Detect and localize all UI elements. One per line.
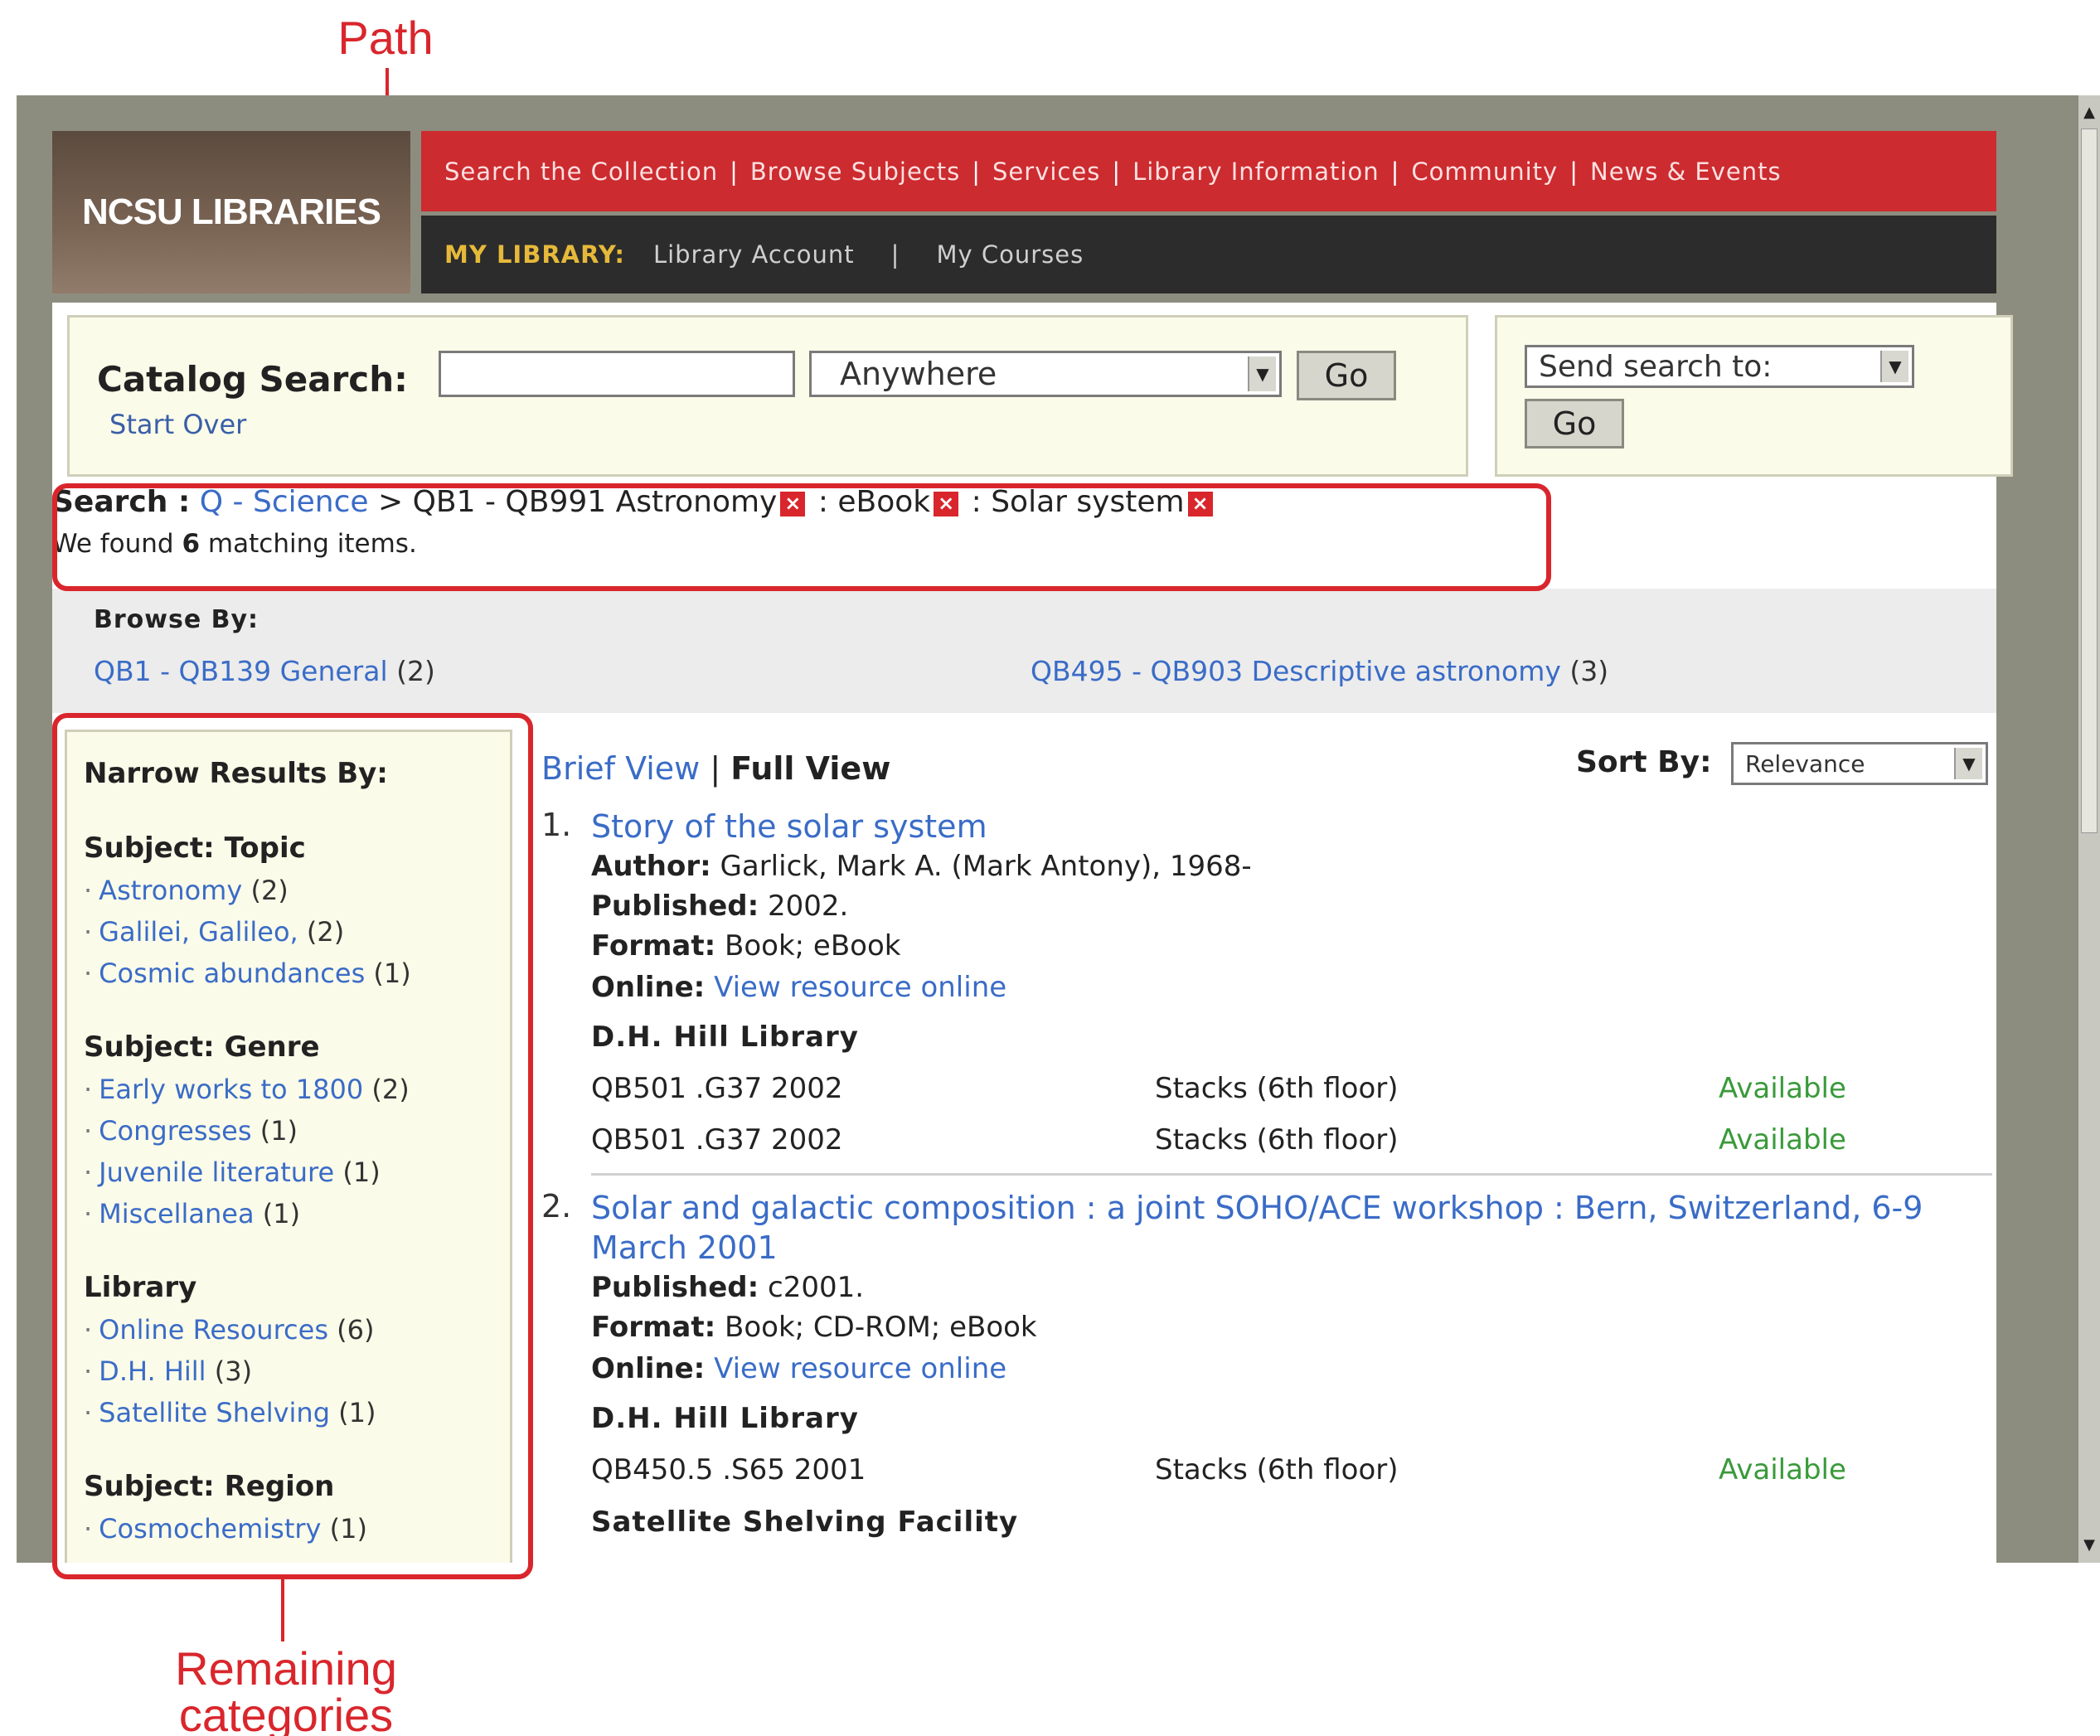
path-annotation-label: Path (337, 12, 434, 64)
result-title-link[interactable]: Story of the solar system (591, 807, 1992, 846)
categories-annotation-line (281, 1579, 284, 1641)
brief-view-link[interactable]: Brief View (541, 750, 700, 787)
results-list: Brief View | Full View Sort By: Relevanc… (541, 734, 1996, 1563)
send-search-panel: Send search to: ▼ Go (1495, 315, 2013, 477)
view-resource-online-link[interactable]: View resource online (714, 971, 1006, 1004)
status-badge: Available (1719, 1453, 1846, 1486)
nav-community[interactable]: Community (1411, 158, 1558, 186)
chevron-down-icon: ▼ (1248, 356, 1276, 391)
nav-search-collection[interactable]: Search the Collection (444, 158, 718, 186)
result-published: Published: c2001. (591, 1271, 865, 1304)
ncsu-libraries-logo[interactable]: NCSU LIBRARIES (52, 131, 410, 293)
chevron-down-icon: ▼ (1954, 748, 1982, 779)
result-online: Online: View resource online (591, 971, 1007, 1004)
sort-by-label: Sort By: (1576, 745, 1712, 779)
library-heading: D.H. Hill Library (591, 1402, 859, 1435)
path-highlight-box (52, 483, 1551, 591)
sort-select[interactable]: Relevance ▼ (1731, 742, 1988, 785)
send-search-value: Send search to: (1539, 349, 1773, 384)
result-format: Format: Book; CD-ROM; eBook (591, 1311, 1037, 1344)
catalog-go-button[interactable]: Go (1297, 351, 1396, 400)
search-scope-value: Anywhere (840, 356, 997, 392)
search-scope-select[interactable]: Anywhere ▼ (809, 351, 1282, 397)
catalog-search-label: Catalog Search: (97, 359, 408, 400)
result-title-link[interactable]: Solar and galactic composition : a joint… (591, 1188, 1992, 1268)
browse-by-title: Browse By: (94, 605, 259, 634)
scroll-thumb[interactable] (2081, 129, 2098, 833)
result-record: 1. Story of the solar system Author: Gar… (541, 807, 1996, 1157)
scroll-down-icon[interactable]: ▼ (2081, 1535, 2098, 1556)
catalog-search-input[interactable] (439, 351, 795, 397)
send-go-button[interactable]: Go (1525, 399, 1624, 449)
my-library-label: MY LIBRARY: (444, 240, 625, 269)
view-toggle: Brief View | Full View (541, 750, 891, 787)
start-over-link[interactable]: Start Over (109, 409, 246, 440)
send-search-select[interactable]: Send search to: ▼ (1525, 345, 1914, 388)
result-format: Format: Book; eBook (591, 929, 901, 963)
browse-item-general[interactable]: QB1 - QB139 General (2) (94, 655, 435, 687)
result-published: Published: 2002. (591, 890, 849, 923)
result-divider (591, 1173, 1992, 1176)
my-library-bar: MY LIBRARY: Library Account | My Courses (421, 216, 1996, 293)
library-heading: D.H. Hill Library (591, 1021, 859, 1054)
categories-annotation-label: Remaining categories (175, 1642, 397, 1736)
chevron-down-icon: ▼ (1880, 351, 1908, 382)
nav-library-information[interactable]: Library Information (1132, 158, 1380, 186)
nav-services[interactable]: Services (992, 158, 1100, 186)
sort-value: Relevance (1745, 749, 1865, 778)
result-author: Author: Garlick, Mark A. (Mark Antony), … (591, 850, 1252, 883)
result-online: Online: View resource online (591, 1352, 1007, 1385)
library-account-link[interactable]: Library Account (653, 240, 855, 269)
status-badge: Available (1719, 1123, 1846, 1157)
catalog-search-panel: Catalog Search: Anywhere ▼ Go Start Over (67, 315, 1468, 477)
scrollbar[interactable]: ▲ ▼ (2078, 95, 2100, 1563)
nav-browse-subjects[interactable]: Browse Subjects (750, 158, 960, 186)
browse-item-descriptive-astronomy[interactable]: QB495 - QB903 Descriptive astronomy (3) (1031, 655, 1608, 687)
status-badge: Available (1719, 1072, 1846, 1105)
main-nav: Search the Collection | Browse Subjects | … (421, 131, 1996, 211)
result-record: 2. Solar and galactic composition : a jo… (541, 1188, 1996, 1563)
full-view-label: Full View (730, 750, 891, 787)
nav-news-events[interactable]: News & Events (1590, 158, 1782, 186)
categories-highlight-box (52, 713, 533, 1579)
scroll-up-icon[interactable]: ▲ (2081, 102, 2098, 124)
my-courses-link[interactable]: My Courses (936, 240, 1084, 269)
browse-by-strip: Browse By: QB1 - QB139 General (2) QB495… (52, 589, 1996, 713)
view-resource-online-link[interactable]: View resource online (714, 1352, 1006, 1385)
library-heading: Satellite Shelving Facility (591, 1506, 1019, 1539)
